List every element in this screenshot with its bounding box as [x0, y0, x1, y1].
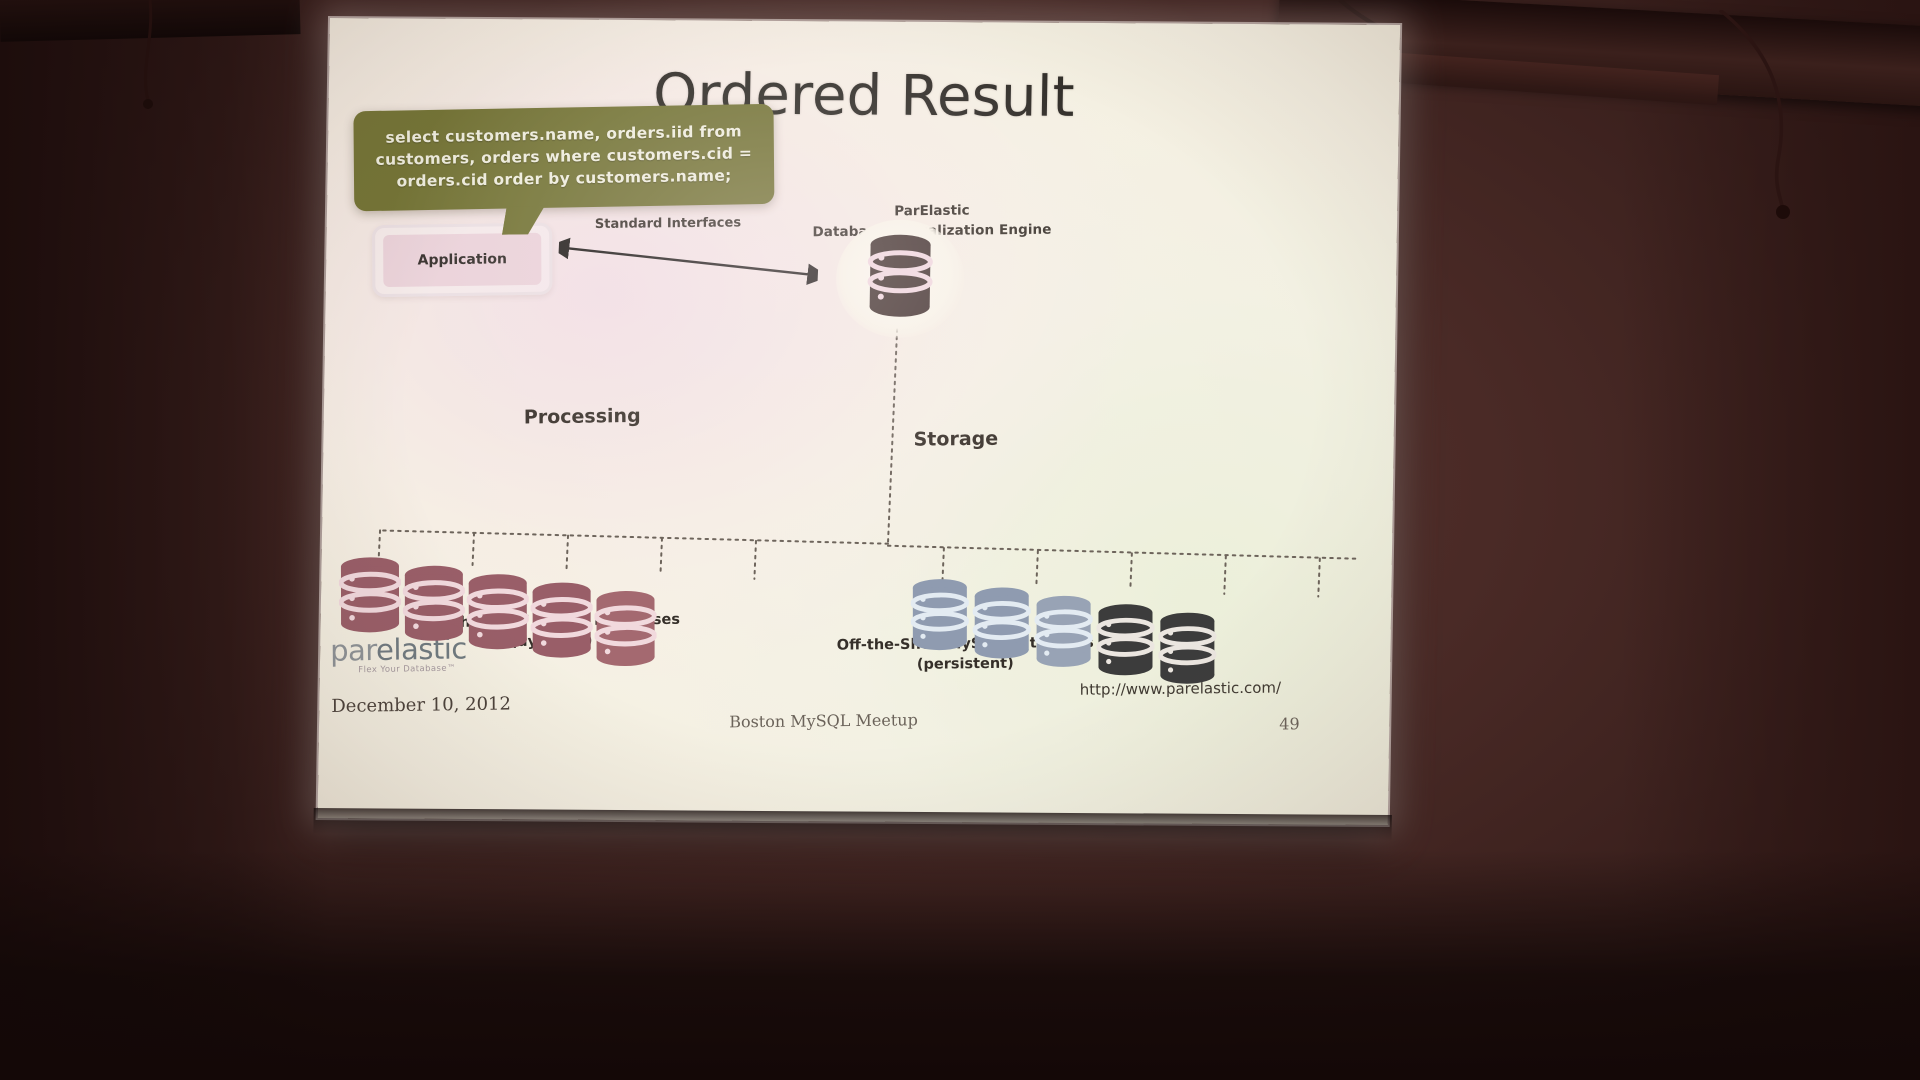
projection-screen: Ordered Result ParElastic Database Virtu… [291, 0, 1427, 852]
wall-shadow-bottom [0, 850, 1920, 1080]
engine-database-icon [865, 234, 934, 318]
hanging-cable-right [1700, 10, 1900, 240]
sql-callout-bubble: select customers.name, orders.iid from c… [353, 103, 775, 235]
bubble-tail-icon [502, 205, 545, 235]
database-node [402, 564, 466, 648]
database-node [910, 578, 970, 658]
database-node [1034, 595, 1094, 675]
room-background: Ordered Result ParElastic Database Virtu… [0, 0, 1920, 1080]
database-node [338, 556, 402, 640]
slide-canvas: Ordered Result ParElastic Database Virtu… [317, 18, 1401, 826]
sql-query-text: select customers.name, orders.iid from c… [375, 122, 753, 191]
database-node [593, 590, 658, 674]
database-node [530, 581, 594, 665]
database-node [1157, 611, 1217, 691]
database-node [972, 586, 1032, 666]
database-node [1096, 603, 1155, 683]
hanging-cable-left [120, 0, 240, 130]
database-node [466, 573, 530, 657]
